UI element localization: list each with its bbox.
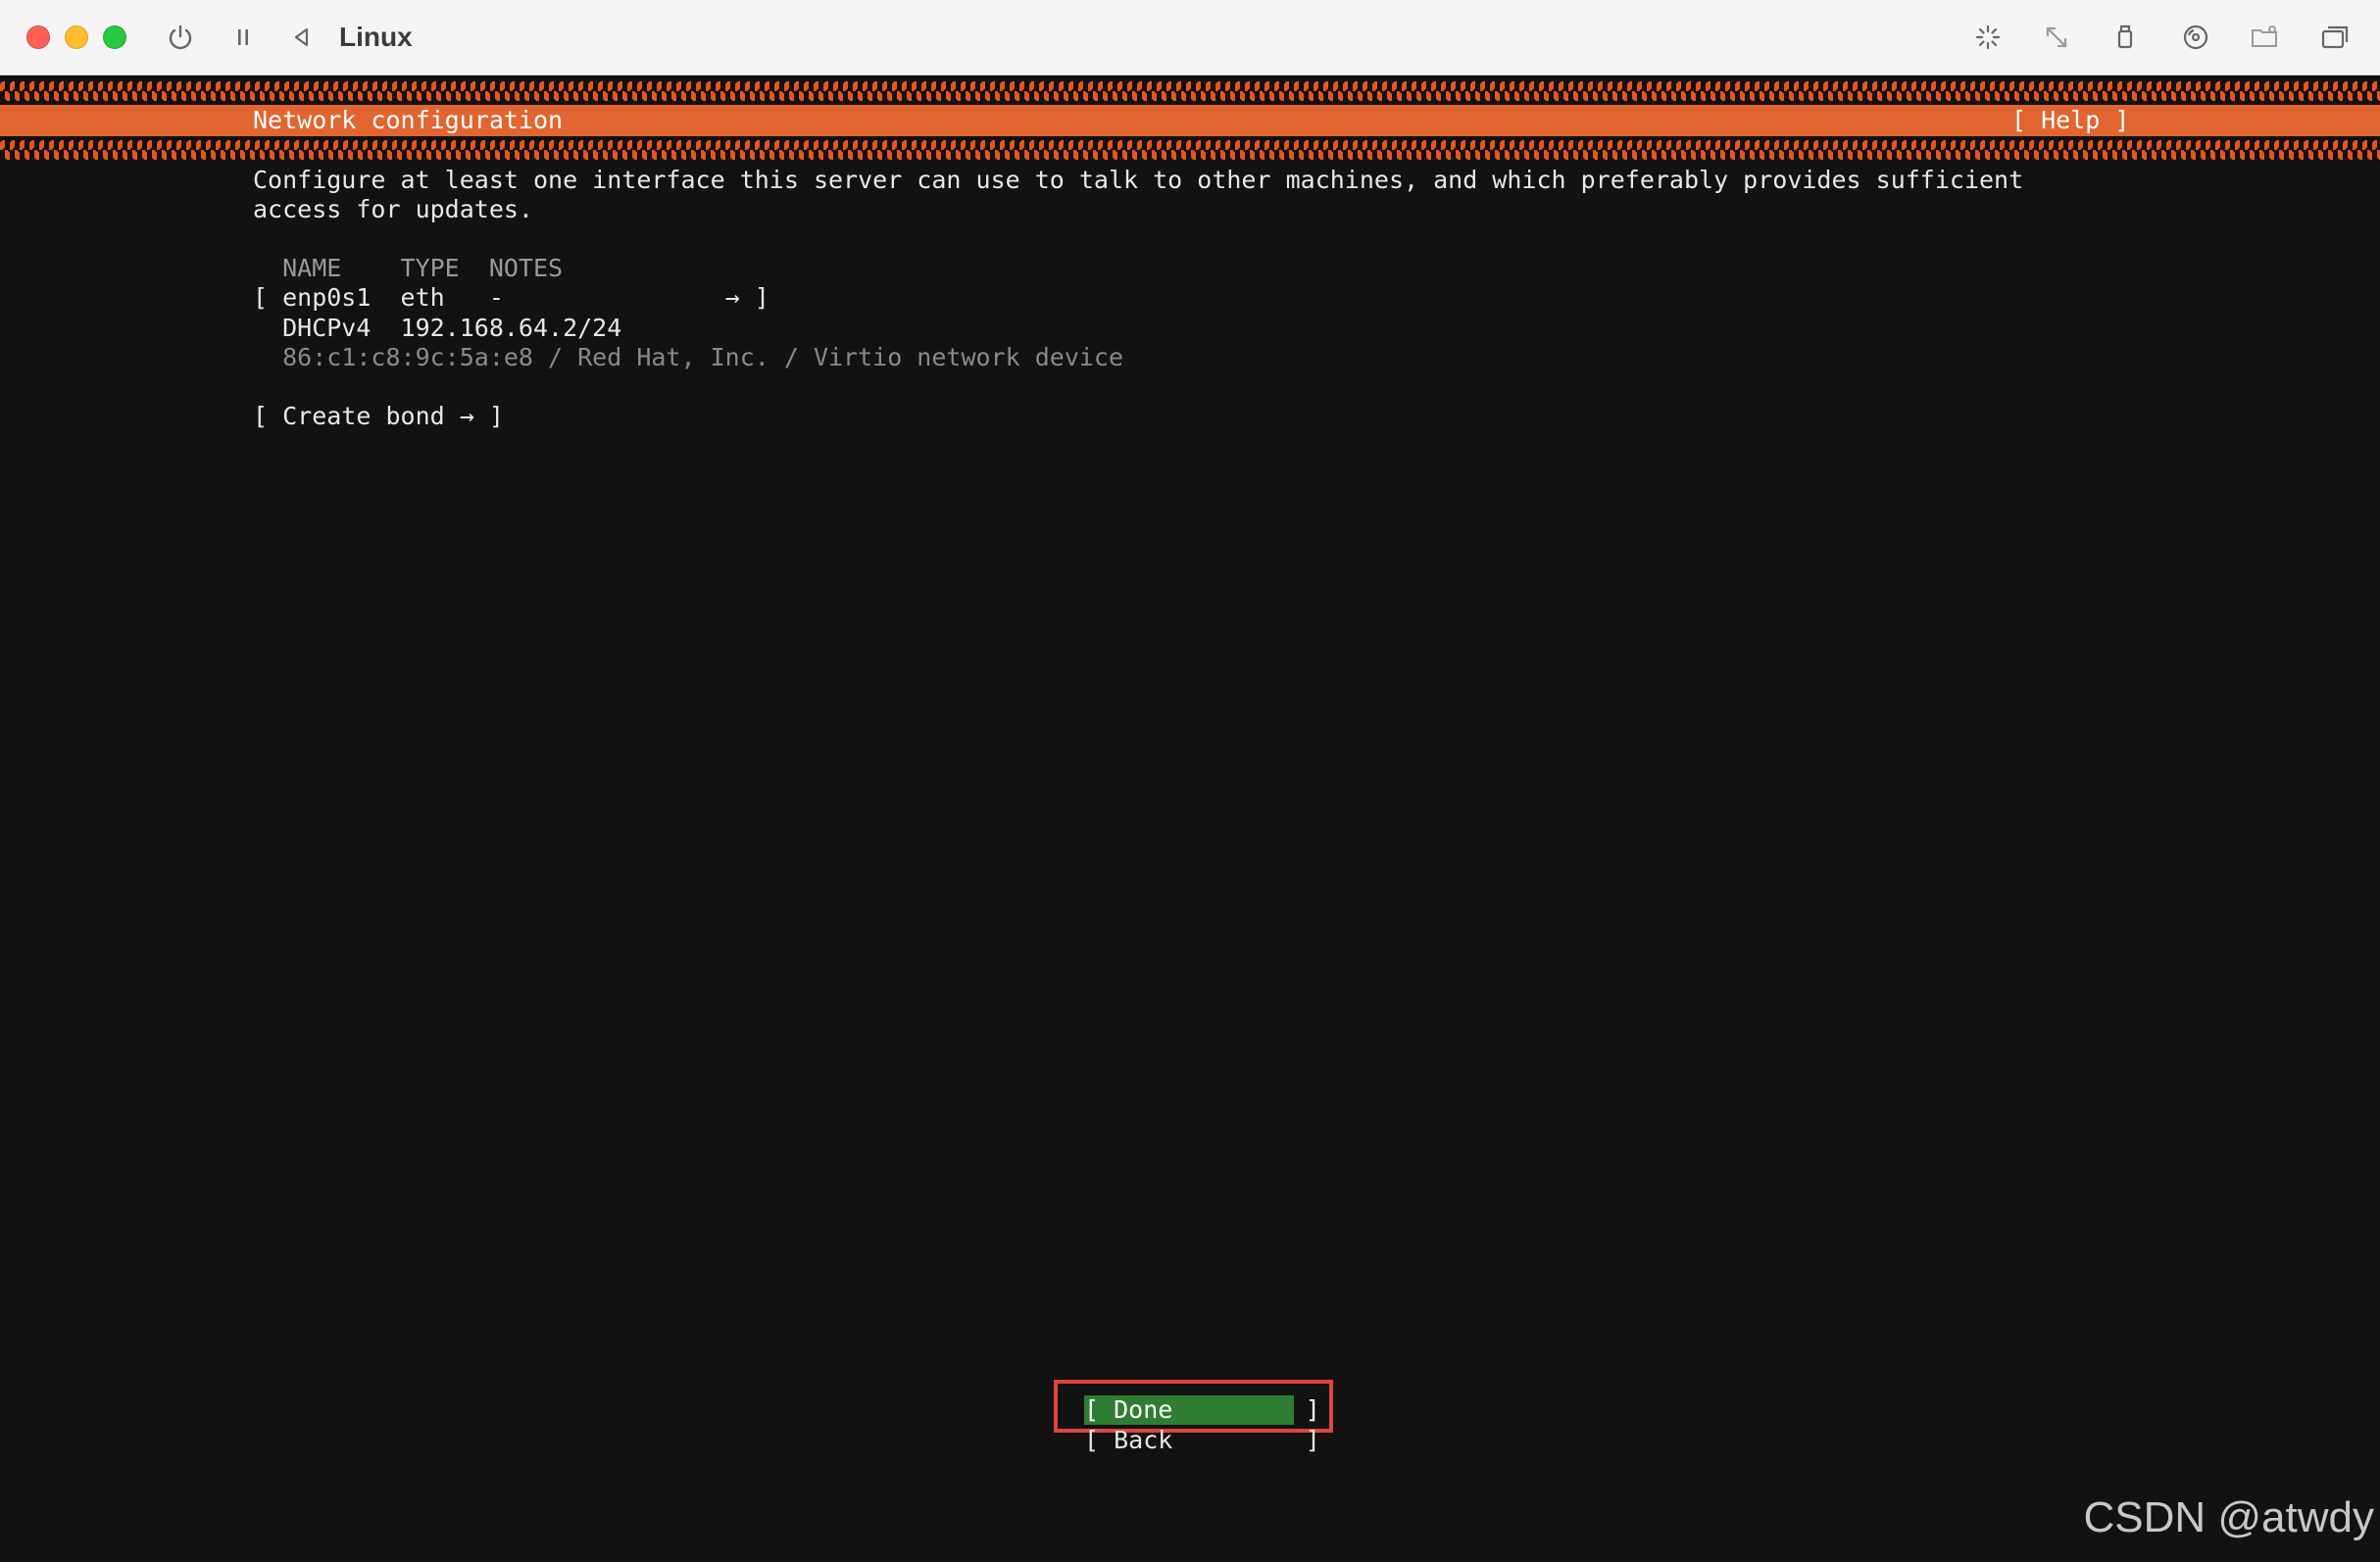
minimize-window-button[interactable] xyxy=(65,25,88,49)
pause-icon[interactable] xyxy=(223,18,263,57)
help-button[interactable]: [ Help ] xyxy=(2011,105,2129,136)
done-button[interactable]: [ Done ] xyxy=(1084,1395,1320,1425)
header-pattern-bottom xyxy=(0,140,2380,160)
description-line-1: Configure at least one interface this se… xyxy=(253,166,2024,194)
interface-row-enp0s1[interactable]: [ enp0s1 eth - → ] xyxy=(253,283,769,313)
back-icon[interactable] xyxy=(282,18,322,57)
activity-icon[interactable] xyxy=(1968,18,2008,57)
usb-icon[interactable] xyxy=(2106,18,2145,57)
window-titlebar: Linux xyxy=(0,0,2380,75)
watermark: CSDN @atwdy xyxy=(2083,1493,2374,1541)
interface-hardware-info: 86:c1:c8:9c:5a:e8 / Red Hat, Inc. / Virt… xyxy=(253,343,1124,371)
interface-table-header: NAME TYPE NOTES xyxy=(253,254,564,282)
back-button[interactable]: [ Back ] xyxy=(1084,1426,1320,1455)
zoom-window-button[interactable] xyxy=(103,25,126,49)
header-pattern-top xyxy=(0,81,2380,101)
resize-icon[interactable] xyxy=(2037,18,2076,57)
create-bond-button[interactable]: [ Create bond → ] xyxy=(253,402,504,431)
disc-icon[interactable] xyxy=(2176,18,2215,57)
power-icon[interactable] xyxy=(161,18,200,57)
vm-console[interactable]: Network configuration [ Help ] Configure… xyxy=(0,75,2380,1562)
window-title: Linux xyxy=(339,22,413,52)
shared-folder-icon[interactable] xyxy=(2245,18,2284,57)
interface-dhcp-info: DHCPv4 192.168.64.2/24 xyxy=(253,314,622,342)
screen-title: Network configuration xyxy=(253,106,564,134)
screen-header: Network configuration [ Help ] xyxy=(0,105,2380,136)
description-line-2: access for updates. xyxy=(253,195,533,223)
close-window-button[interactable] xyxy=(26,25,50,49)
display-icon[interactable] xyxy=(2315,18,2355,57)
